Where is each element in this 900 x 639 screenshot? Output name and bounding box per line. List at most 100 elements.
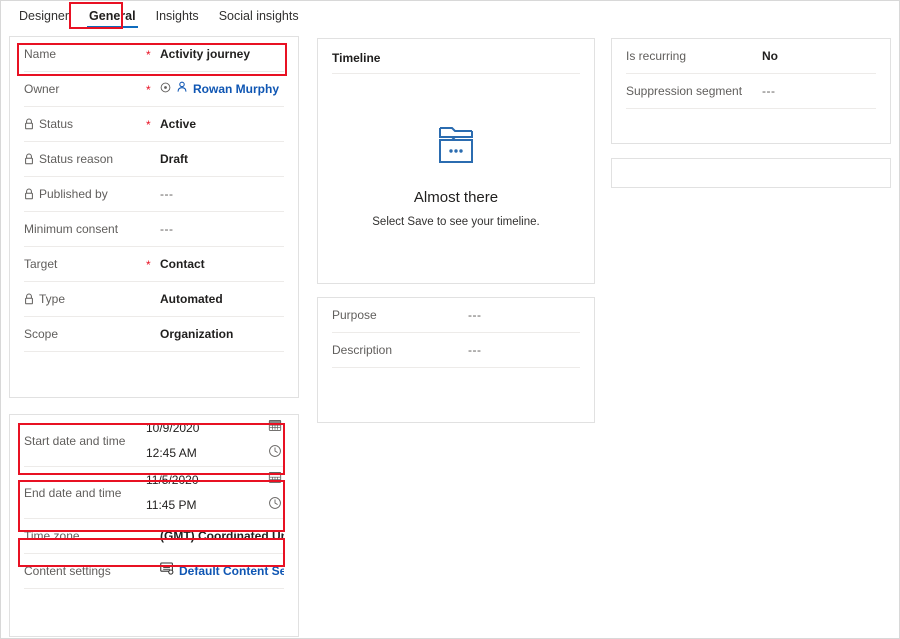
required-asterisk-name: * [146,48,151,62]
field-label-published-by: Published by [24,187,146,201]
field-row-status: Status * Active [24,107,284,142]
required-spacer [748,90,762,92]
field-value-status: Active [160,117,197,131]
field-value-target: Contact [160,257,205,271]
clock-icon[interactable] [268,444,282,463]
tab-social-insights[interactable]: Social insights [209,2,309,30]
tab-general-label: General [89,8,136,23]
required-spacer [146,158,160,160]
required-spacer [146,193,160,195]
field-row-purpose[interactable]: Purpose --- [332,298,580,333]
field-value-minimum-consent: --- [160,222,174,236]
field-value-start-date[interactable]: 10/9/2020 [146,421,199,435]
calendar-icon[interactable] [268,470,282,489]
calendar-icon[interactable] [268,418,282,437]
field-value-owner[interactable]: Rowan Murphy [193,82,279,96]
timeline-empty-title: Almost there [413,189,499,206]
general-fields-list: Name * Activity journey Owner * Rowan Mu… [10,37,298,352]
field-row-scope[interactable]: Scope Organization [24,317,284,352]
lock-icon [24,188,34,200]
field-label-target: Target [24,257,58,271]
lock-icon [24,293,34,305]
field-value-purpose: --- [468,308,482,322]
tab-insights[interactable]: Insights [146,2,209,30]
lock-icon [24,153,34,165]
field-label-owner: Owner [24,82,60,96]
tab-bar: Designer General Insights Social insight… [1,1,899,30]
tab-designer-label: Designer [19,8,70,23]
lookup-circle-icon [160,80,171,98]
field-row-end-date[interactable]: End date and time 11/5/2020 11:45 PM [24,467,284,519]
field-row-is-recurring[interactable]: Is recurring No [626,39,876,74]
field-value-end-date[interactable]: 11/5/2020 [146,473,199,487]
field-row-name[interactable]: Name * Activity journey [24,37,284,72]
field-label-name: Name [24,47,57,61]
purpose-card: Purpose --- Description --- [317,297,595,423]
field-label-is-recurring: Is recurring [626,49,687,63]
timeline-empty-subtitle: Select Save to see your timeline. [372,216,540,228]
field-label-end-date: End date and time [24,485,122,500]
field-row-time-zone[interactable]: Time zone (GMT) Coordinated Universal Ti… [24,519,284,554]
required-spacer [454,314,468,316]
required-spacer [454,349,468,351]
lock-icon [24,118,34,130]
field-label-scope: Scope [24,327,59,341]
field-value-time-zone: (GMT) Coordinated Universal Time [160,529,284,543]
tab-general[interactable]: General [79,2,146,30]
field-label-suppression-segment: Suppression segment [626,84,743,98]
field-label-status-reason: Status reason [24,152,146,166]
person-icon [176,80,188,98]
required-spacer [146,228,160,230]
required-asterisk-target: * [146,258,151,272]
field-value-end-time[interactable]: 11:45 PM [146,498,196,512]
field-value-is-recurring: No [762,49,778,63]
empty-card [611,158,891,188]
field-row-content-settings[interactable]: Content settings Default Content Set... [24,554,284,589]
tab-designer[interactable]: Designer [9,2,79,30]
field-value-scope: Organization [160,327,234,341]
field-label-type: Type [24,292,146,306]
app-root: Designer General Insights Social insight… [0,0,900,639]
field-value-start-time[interactable]: 12:45 AM [146,446,197,460]
field-row-published-by: Published by --- [24,177,284,212]
clock-icon[interactable] [268,496,282,515]
required-spacer [748,55,762,57]
field-label-purpose: Purpose [332,308,377,322]
field-row-type: Type Automated [24,282,284,317]
timeline-empty-state: Almost there Select Save to see your tim… [318,74,594,228]
field-row-minimum-consent[interactable]: Minimum consent --- [24,212,284,247]
tab-social-insights-label: Social insights [218,8,299,23]
field-label-status-reason-text: Status reason [39,152,114,166]
field-value-name: Activity journey [160,47,251,61]
required-asterisk-status: * [146,118,151,132]
required-spacer [146,298,160,300]
field-value-suppression-segment: --- [762,84,776,98]
field-value-published-by: --- [160,187,174,201]
timeline-title: Timeline [332,51,381,65]
content-settings-icon [160,562,174,580]
field-label-start-date: Start date and time [24,433,126,448]
purpose-fields-list: Purpose --- Description --- [318,298,594,402]
field-label-minimum-consent: Minimum consent [24,222,119,236]
field-row-suppression-segment[interactable]: Suppression segment --- [626,74,876,109]
field-label-status: Status [24,117,146,131]
field-label-time-zone: Time zone [24,529,80,543]
schedule-card: Start date and time 10/9/2020 12:45 AM E… [9,414,299,637]
field-label-description: Description [332,343,393,357]
field-value-description: --- [468,343,482,357]
field-value-status-reason: Draft [160,152,189,166]
folder-stack-icon [430,118,482,175]
field-label-published-by-text: Published by [39,187,108,201]
field-row-start-date[interactable]: Start date and time 10/9/2020 12:45 AM [24,415,284,467]
recurrence-card: Is recurring No Suppression segment --- [611,38,891,144]
field-row-target[interactable]: Target * Contact [24,247,284,282]
required-spacer [146,570,160,572]
field-value-content-settings[interactable]: Default Content Set... [179,564,284,578]
timeline-card: Timeline Almost there Select Save to see… [317,38,595,284]
tab-active-underline [87,25,138,28]
required-spacer [146,535,160,537]
field-row-owner[interactable]: Owner * Rowan Murphy [24,72,284,107]
field-row-description[interactable]: Description --- [332,333,580,368]
general-fields-card: Name * Activity journey Owner * Rowan Mu… [9,36,299,398]
required-asterisk-owner: * [146,83,151,97]
